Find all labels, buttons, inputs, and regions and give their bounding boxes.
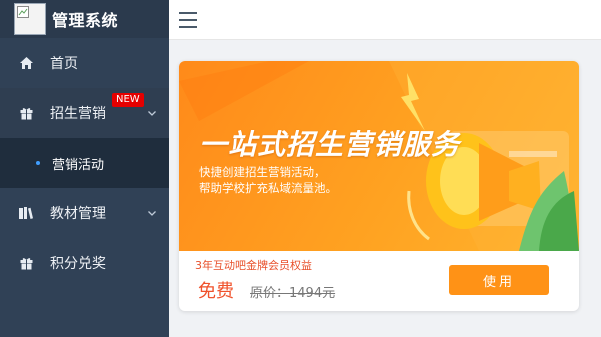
sidebar-item-label: 教材管理	[50, 206, 106, 222]
banner-subtitle-line2: 帮助学校扩充私域流量池。	[199, 181, 337, 195]
sidebar-item-label: 积分兑奖	[50, 256, 106, 272]
sidebar-subitem-campaigns[interactable]: 营销活动	[0, 138, 169, 188]
gift-icon	[19, 106, 33, 120]
chevron-down-icon	[148, 111, 156, 116]
chevron-down-icon	[148, 211, 156, 216]
price-row: 免费 原价：1494元	[198, 277, 335, 303]
sidebar-item-points[interactable]: 积分兑奖	[0, 238, 169, 288]
sidebar: 管理系统 首页 招生营销 NEW 营销活动 教材管理 积分兑奖	[0, 0, 169, 337]
active-dot-icon	[36, 161, 40, 165]
price: 免费	[198, 281, 234, 302]
submenu-marketing: 营销活动	[0, 138, 169, 188]
gift-icon	[19, 256, 33, 270]
sidebar-item-label: 招生营销	[50, 106, 106, 122]
sidebar-item-home[interactable]: 首页	[0, 38, 169, 88]
new-badge: NEW	[112, 93, 144, 107]
logo-image	[14, 3, 46, 35]
home-icon	[19, 56, 33, 70]
sidebar-item-marketing[interactable]: 招生营销 NEW	[0, 88, 169, 138]
logo-row: 管理系统	[0, 0, 169, 38]
hamburger-icon[interactable]	[179, 11, 197, 28]
banner-subtitle-line1: 快捷创建招生营销活动，	[199, 165, 326, 179]
product-card: 一站式招生营销服务 快捷创建招生营销活动， 帮助学校扩充私域流量池。 3年互动吧…	[179, 61, 579, 311]
promo-banner: 一站式招生营销服务 快捷创建招生营销活动， 帮助学校扩充私域流量池。	[179, 61, 579, 251]
sidebar-item-label: 首页	[50, 56, 78, 72]
app-title: 管理系统	[52, 11, 119, 30]
original-price: 原价：1494元	[250, 286, 336, 301]
card-footer: 3年互动吧金牌会员权益 免费 原价：1494元 使用	[179, 251, 579, 311]
banner-title: 一站式招生营销服务	[199, 128, 461, 161]
top-header	[169, 0, 601, 40]
use-button[interactable]: 使用	[449, 265, 549, 295]
sidebar-subitem-label: 营销活动	[52, 157, 105, 173]
sidebar-item-textbooks[interactable]: 教材管理	[0, 188, 169, 238]
book-icon	[19, 206, 33, 220]
broken-image-icon	[17, 6, 29, 18]
